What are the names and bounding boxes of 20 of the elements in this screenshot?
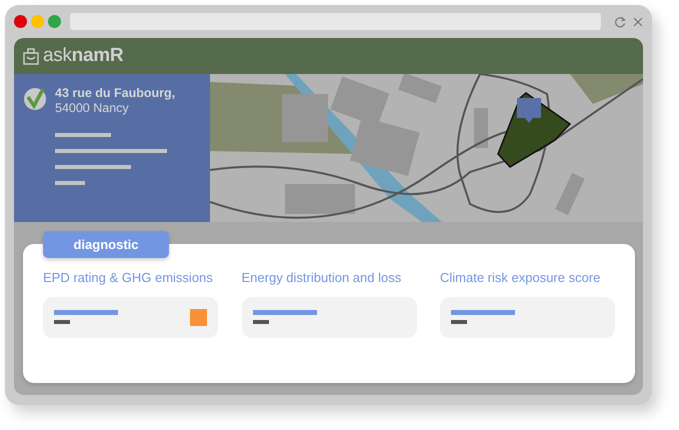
close-dot[interactable] — [14, 15, 27, 28]
card-title: EPD rating & GHG emissions — [43, 272, 214, 287]
bag-icon — [23, 48, 39, 64]
minimize-dot[interactable] — [31, 15, 44, 28]
close-icon[interactable] — [633, 16, 643, 26]
logo-text: asknamR — [43, 44, 124, 68]
maximize-dot[interactable] — [48, 15, 61, 28]
value-bar — [252, 320, 268, 324]
value-bar — [54, 320, 70, 324]
score-bar — [252, 310, 316, 315]
refresh-icon[interactable] — [614, 16, 626, 28]
value-bar — [451, 320, 467, 324]
diagnostic-tab[interactable]: diagnostic — [43, 231, 169, 258]
score-bar — [451, 310, 515, 315]
card-title: Climate risk exposure score — [440, 272, 602, 287]
card-title: Energy distribution and loss — [242, 272, 402, 287]
score-bar — [54, 310, 118, 315]
address-line: 43 rue du Faubourg, — [55, 86, 176, 101]
check-icon — [23, 86, 47, 110]
address-line: 54000 Nancy — [55, 101, 130, 116]
